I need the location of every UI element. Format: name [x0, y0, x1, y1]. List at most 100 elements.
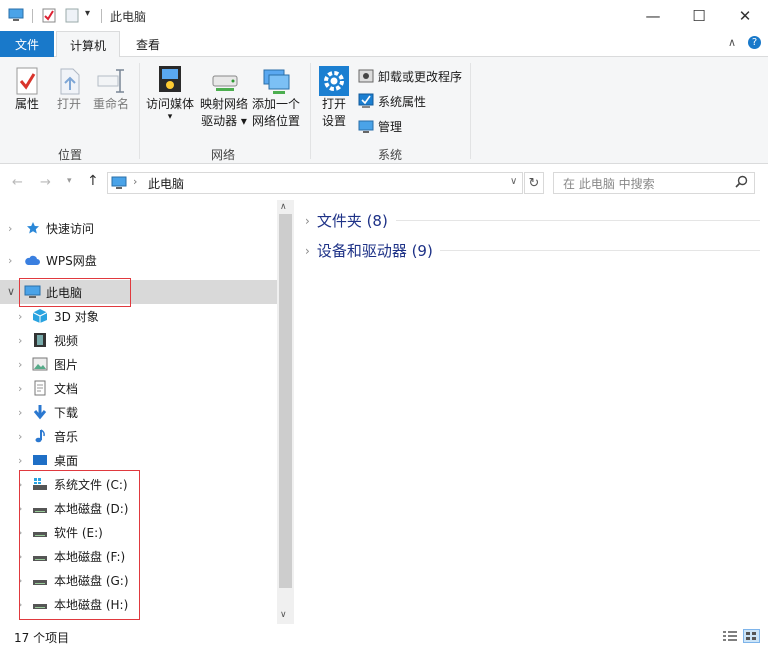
- scrollbar-thumb[interactable]: [279, 214, 292, 588]
- uninstall-programs-button[interactable]: 卸载或更改程序: [358, 65, 462, 87]
- nav-desktop[interactable]: 桌面: [32, 448, 78, 472]
- breadcrumb-chevron-icon[interactable]: ›: [133, 175, 137, 188]
- close-button[interactable]: ✕: [722, 0, 768, 31]
- nav-3d-objects[interactable]: 3D 对象: [32, 304, 99, 328]
- map-network-drive-button[interactable]: 映射网络 驱动器 ▾: [198, 66, 250, 130]
- scroll-up-icon[interactable]: ∧: [280, 202, 287, 212]
- settings-gear-icon: [319, 66, 349, 96]
- highlight-box-drives: [19, 470, 140, 620]
- nav-music[interactable]: 音乐: [32, 424, 78, 448]
- group-divider: [139, 63, 140, 159]
- search-placeholder: 在 此电脑 中搜索: [563, 177, 655, 191]
- nav-wps-drive[interactable]: WPS网盘: [24, 248, 97, 272]
- tab-computer[interactable]: 计算机: [56, 31, 120, 58]
- search-icon[interactable]: [735, 175, 748, 191]
- nav-label: 视频: [54, 333, 79, 348]
- group-devices-label: 设备和驱动器 (9): [316, 242, 433, 260]
- group-devices[interactable]: › 设备和驱动器 (9): [305, 240, 433, 261]
- desktop-icon: [33, 455, 47, 465]
- refresh-button[interactable]: ↻: [524, 172, 544, 194]
- back-arrow-icon[interactable]: ←: [12, 175, 23, 190]
- picture-icon: [32, 357, 48, 371]
- expand-chevron-icon[interactable]: ›: [8, 254, 12, 267]
- tab-file[interactable]: 文件: [0, 31, 54, 57]
- minimize-button[interactable]: —: [630, 0, 676, 31]
- forward-arrow-icon[interactable]: →: [40, 175, 51, 190]
- nav-pictures[interactable]: 图片: [32, 352, 78, 376]
- nav-downloads[interactable]: 下载: [32, 400, 78, 424]
- address-dropdown-icon[interactable]: ∨: [510, 176, 517, 187]
- expand-chevron-icon[interactable]: ›: [18, 454, 22, 467]
- expand-chevron-icon[interactable]: ›: [18, 382, 22, 395]
- open-label: 打开: [56, 97, 81, 111]
- nav-label: 文档: [54, 381, 79, 396]
- map-network-label-1: 映射网络: [199, 97, 248, 111]
- group-chevron-icon: ›: [305, 213, 310, 228]
- computer-icon: [8, 8, 24, 21]
- properties-button[interactable]: 属性: [10, 66, 44, 113]
- open-settings-label-2: 设置: [321, 114, 346, 128]
- group-divider: [310, 63, 311, 159]
- star-icon: [27, 222, 39, 234]
- system-group-label: 系统: [378, 148, 403, 162]
- help-icon[interactable]: ?: [748, 36, 761, 49]
- group-divider: [470, 63, 471, 159]
- nav-quick-access[interactable]: 快速访问: [26, 216, 94, 240]
- open-icon: [60, 68, 80, 95]
- uninstall-label: 卸载或更改程序: [378, 69, 463, 84]
- customize-quick-access-icon[interactable]: ▾: [85, 8, 90, 19]
- expand-chevron-icon[interactable]: ›: [18, 430, 22, 443]
- new-folder-quick-icon[interactable]: [65, 8, 79, 26]
- add-network-location-button[interactable]: 添加一个 网络位置: [250, 66, 302, 130]
- nav-label: 3D 对象: [54, 309, 99, 324]
- access-media-button[interactable]: 访问媒体 ▾: [144, 64, 196, 122]
- details-view-icon[interactable]: [722, 630, 738, 645]
- add-network-label-2: 网络位置: [251, 114, 300, 128]
- manage-label: 管理: [378, 119, 403, 134]
- cloud-icon: [25, 255, 40, 265]
- document-icon: [34, 380, 46, 396]
- system-properties-label: 系统属性: [378, 94, 427, 109]
- expand-chevron-icon[interactable]: ›: [18, 358, 22, 371]
- item-count: 17 个项目: [14, 631, 70, 645]
- expand-chevron-icon[interactable]: ›: [8, 222, 12, 235]
- expand-chevron-icon[interactable]: ›: [18, 334, 22, 347]
- nav-label: 图片: [54, 357, 79, 372]
- nav-documents[interactable]: 文档: [32, 376, 78, 400]
- large-icons-view-icon[interactable]: [743, 629, 760, 643]
- collapse-chevron-icon[interactable]: ∨: [7, 285, 15, 298]
- group-folders[interactable]: › 文件夹 (8): [305, 210, 388, 231]
- uninstall-icon: [358, 69, 374, 83]
- expand-chevron-icon[interactable]: ›: [18, 310, 22, 323]
- tab-view[interactable]: 查看: [124, 31, 172, 57]
- recent-locations-icon[interactable]: ▾: [67, 176, 72, 186]
- system-properties-button[interactable]: 系统属性: [358, 90, 426, 112]
- breadcrumb-this-pc[interactable]: 此电脑: [148, 175, 184, 192]
- open-settings-button[interactable]: 打开 设置: [316, 66, 352, 130]
- properties-label: 属性: [14, 97, 39, 111]
- up-arrow-icon[interactable]: ↑: [87, 173, 99, 189]
- access-media-label: 访问媒体: [145, 97, 194, 111]
- scroll-down-icon[interactable]: ∨: [280, 610, 287, 620]
- music-note-icon: [35, 429, 45, 443]
- rename-button[interactable]: 重命名: [91, 66, 131, 113]
- window-title: 此电脑: [110, 10, 147, 24]
- properties-quick-icon[interactable]: [42, 8, 56, 26]
- rename-icon: [97, 69, 124, 93]
- expand-chevron-icon[interactable]: ›: [18, 406, 22, 419]
- nav-label: 快速访问: [46, 221, 95, 236]
- system-properties-icon: [358, 93, 374, 108]
- refresh-icon: ↻: [528, 175, 540, 191]
- nav-videos[interactable]: 视频: [32, 328, 78, 352]
- divider: [32, 9, 33, 23]
- maximize-button[interactable]: ☐: [676, 0, 722, 31]
- cube-icon: [32, 309, 48, 323]
- nav-label: 音乐: [54, 429, 79, 444]
- network-location-icon: [263, 69, 290, 94]
- manage-button[interactable]: 管理: [358, 115, 402, 137]
- status-bar: [0, 624, 768, 649]
- properties-icon: [16, 67, 38, 95]
- open-button[interactable]: 打开: [52, 66, 86, 113]
- map-network-label-2: 驱动器 ▾: [201, 114, 247, 128]
- ribbon-collapse-icon[interactable]: ∧: [728, 36, 736, 49]
